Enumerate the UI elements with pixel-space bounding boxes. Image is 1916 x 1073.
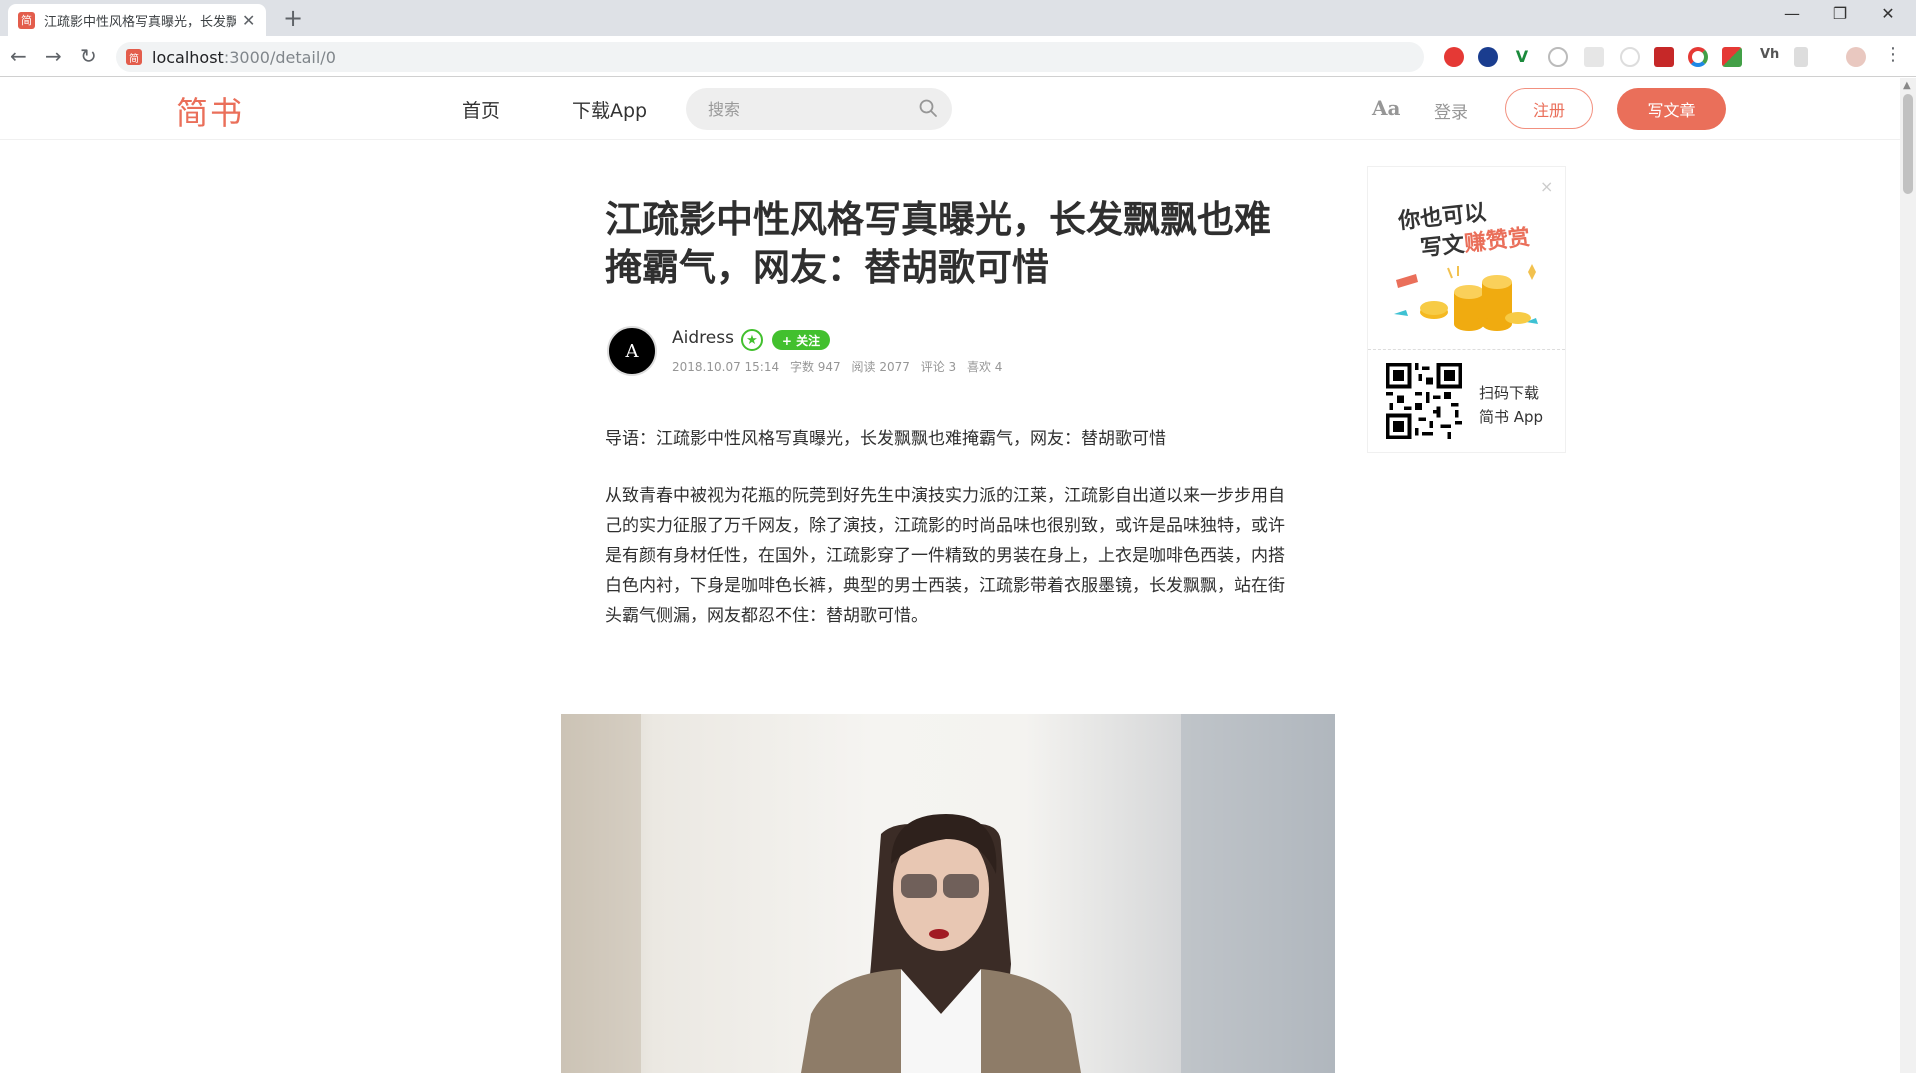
restore-icon[interactable]: ❐: [1818, 4, 1862, 23]
browser-tab[interactable]: 简 江疏影中性风格写真曝光，长发飘飘 ✕: [8, 4, 266, 36]
minimize-icon[interactable]: —: [1770, 4, 1814, 23]
scroll-up-arrow-icon[interactable]: ▲: [1903, 80, 1911, 91]
follow-button[interactable]: + 关注: [772, 330, 830, 350]
site-favicon-icon: 简: [126, 49, 142, 65]
tab-close-icon[interactable]: ✕: [242, 11, 255, 30]
extension-red-icon[interactable]: [1654, 47, 1674, 67]
site-header: 简书 首页 下载App Aa 登录 注册 写文章: [0, 78, 1900, 140]
extension-vh-icon[interactable]: Vh: [1760, 47, 1779, 62]
font-size-toggle[interactable]: Aa: [1372, 96, 1400, 120]
page-scrollbar[interactable]: [1900, 78, 1916, 1073]
extension-square-icon[interactable]: [1584, 47, 1604, 67]
extension-chrome-icon[interactable]: [1688, 47, 1708, 67]
qr-code-icon[interactable]: [1386, 363, 1462, 439]
article-body: 从致青春中被视为花瓶的阮莞到好先生中演技实力派的江莱，江疏影自出道以来一步步用自…: [605, 486, 1285, 626]
coins-illustration-icon: [1394, 264, 1538, 331]
url-host: localhost: [152, 47, 224, 67]
search-input[interactable]: [708, 99, 908, 119]
ad-download-text: 扫码下载 简书 App: [1479, 384, 1544, 426]
article-meta: 2018.10.07 15:14 字数 947 阅读 2077 评论 3 喜欢 …: [672, 358, 1009, 375]
ad-highlight: 赚赞赏: [1463, 225, 1532, 258]
extension-vue-icon[interactable]: V: [1512, 47, 1532, 67]
nav-download-app[interactable]: 下载App: [572, 96, 647, 123]
download-app-ad[interactable]: × 你也可以 写文赚赞赏 扫码下载 简书 App: [1367, 166, 1566, 453]
extension-ring-icon[interactable]: [1620, 47, 1640, 67]
browser-menu-icon[interactable]: ⋮: [1884, 44, 1902, 65]
search-icon[interactable]: [918, 98, 938, 118]
signup-button[interactable]: 注册: [1505, 88, 1593, 129]
write-article-button[interactable]: 写文章: [1617, 88, 1726, 130]
nav-home[interactable]: 首页: [462, 96, 500, 123]
comment-count: 评论 3: [920, 360, 957, 374]
address-bar[interactable]: 简 localhost:3000/detail/0: [116, 42, 1424, 72]
search-box: [686, 88, 952, 130]
ad-divider: [1368, 349, 1565, 350]
article-lead: 导语：江疏影中性风格写真曝光，长发飘飘也难掩霸气，网友：替胡歌可惜: [605, 429, 1166, 449]
window-close-icon[interactable]: ✕: [1866, 4, 1910, 23]
article-photo: [561, 714, 1335, 1073]
tab-favicon-icon: 简: [18, 11, 35, 29]
forward-icon[interactable]: →: [45, 44, 62, 68]
url-path: :3000/detail/0: [223, 47, 336, 67]
extension-circle-icon[interactable]: [1548, 47, 1568, 67]
author-avatar[interactable]: A: [607, 326, 657, 376]
login-link[interactable]: 登录: [1434, 98, 1468, 123]
back-icon[interactable]: ←: [10, 44, 27, 68]
browser-tab-strip: 简 江疏影中性风格写真曝光，长发飘飘 ✕ + — ❐ ✕: [0, 0, 1916, 36]
site-logo[interactable]: 简书: [176, 88, 244, 134]
ad-close-icon[interactable]: ×: [1540, 177, 1553, 196]
author-name[interactable]: Aidress: [672, 328, 734, 348]
scrollbar-thumb[interactable]: [1903, 94, 1913, 194]
photo-woman-in-suit: [561, 714, 1335, 1073]
extension-globe-icon[interactable]: [1478, 47, 1498, 67]
extension-adblock-icon[interactable]: [1444, 47, 1464, 67]
extension-gray-icon[interactable]: [1794, 47, 1808, 67]
like-count: 喜欢 4: [966, 360, 1003, 374]
profile-avatar[interactable]: [1846, 47, 1866, 67]
tab-title: 江疏影中性风格写真曝光，长发飘飘: [44, 14, 236, 30]
verified-star-icon: ★: [741, 329, 763, 351]
word-count: 字数 947: [789, 360, 841, 374]
browser-toolbar: ← → ↻ 简 localhost:3000/detail/0 V Vh ⋮: [0, 36, 1916, 77]
read-count: 阅读 2077: [851, 360, 910, 374]
publish-date: 2018.10.07 15:14: [672, 360, 780, 374]
article-title: 江疏影中性风格写真曝光，长发飘飘也难掩霸气，网友：替胡歌可惜: [605, 198, 1271, 289]
reload-icon[interactable]: ↻: [80, 44, 97, 68]
extension-grid-icon[interactable]: [1722, 47, 1742, 67]
new-tab-icon[interactable]: +: [283, 4, 303, 32]
